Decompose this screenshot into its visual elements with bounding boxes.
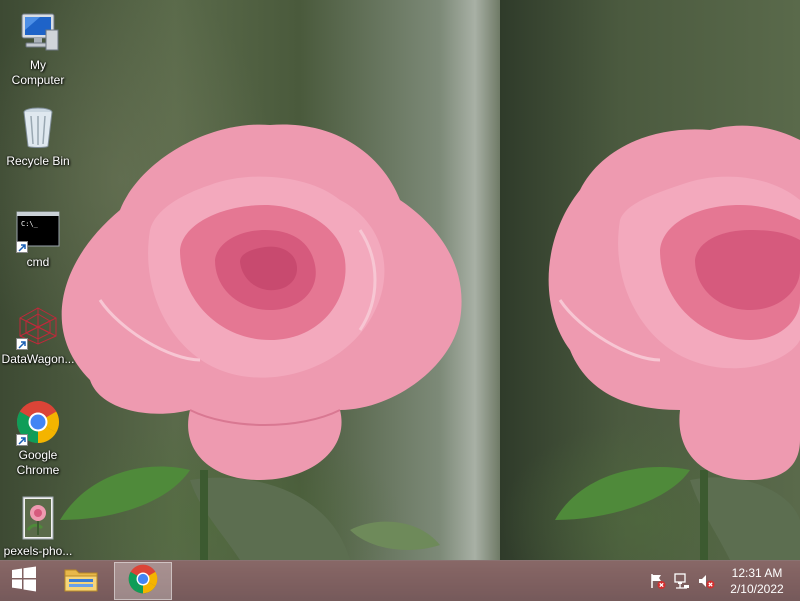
desktop-icon-recycle-bin[interactable]: Recycle Bin (0, 104, 76, 169)
start-button[interactable] (0, 561, 48, 601)
tray-network[interactable] (672, 561, 692, 601)
desktop-icon-label: Google Chrome (16, 448, 60, 477)
taskbar-clock[interactable]: 12:31 AM 2/10/2022 (722, 565, 792, 597)
desktop-icon-pexels-photo[interactable]: pexels-pho... (0, 494, 76, 559)
shortcut-arrow-icon (16, 241, 28, 253)
image-file-icon (14, 494, 62, 542)
taskbar-chrome-button[interactable] (114, 562, 172, 600)
shortcut-arrow-icon (16, 338, 28, 350)
shortcut-arrow-icon (16, 434, 28, 446)
datawagon-icon (14, 302, 62, 350)
taskbar: 12:31 AM 2/10/2022 (0, 560, 800, 601)
clock-time: 12:31 AM (731, 566, 783, 580)
desktop-icon-my-computer[interactable]: My Computer (0, 8, 76, 88)
desktop-icon-label: DataWagon... (1, 352, 75, 366)
desktop-wallpaper (0, 0, 800, 560)
desktop-icon-label: My Computer (11, 58, 65, 87)
taskbar-file-explorer-button[interactable] (52, 562, 110, 600)
windows-logo-icon (11, 566, 37, 597)
cmd-icon: C:\_ (14, 205, 62, 253)
desktop-icon-label: pexels-pho... (3, 544, 73, 558)
desktop-icon-cmd[interactable]: C:\_ cmd (0, 205, 76, 270)
desktop-icon-google-chrome[interactable]: Google Chrome (0, 398, 76, 478)
desktop-icon-label: cmd (26, 255, 50, 269)
folder-icon (64, 565, 98, 598)
wallpaper-right-panel (500, 0, 800, 560)
network-icon (673, 572, 691, 590)
desktop-icon-label: Recycle Bin (6, 154, 70, 168)
tray-volume[interactable] (696, 561, 716, 601)
chrome-icon (128, 564, 158, 599)
svg-text:C:\_: C:\_ (21, 220, 39, 228)
recycle-bin-icon (14, 104, 62, 152)
action-center-flag-icon (649, 572, 667, 590)
desktop-icon-datawagon[interactable]: DataWagon... (0, 302, 76, 367)
computer-icon (14, 8, 62, 56)
tray-action-center[interactable] (648, 561, 668, 601)
chrome-icon (14, 398, 62, 446)
volume-muted-icon (697, 572, 715, 590)
clock-date: 2/10/2022 (730, 582, 784, 596)
